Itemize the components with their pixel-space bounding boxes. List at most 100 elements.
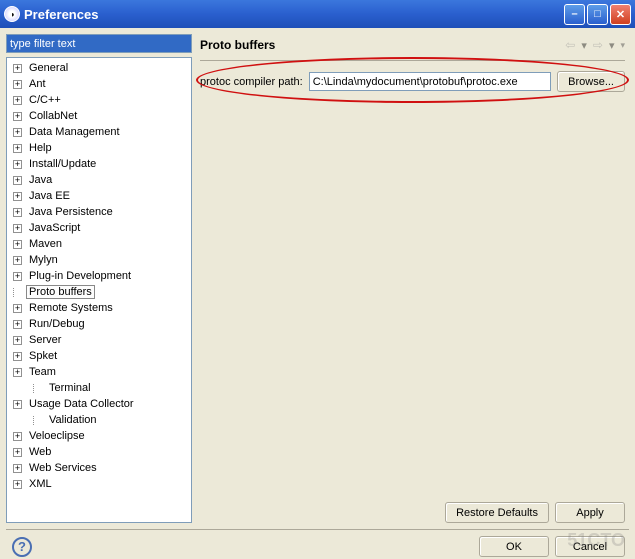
tree-label: Install/Update [27, 158, 98, 170]
filter-input[interactable] [6, 34, 192, 53]
tree-item-run-debug[interactable]: +Run/Debug [7, 316, 191, 332]
nav-arrows: ⇦ ▾ ⇨ ▾ ▾ [565, 38, 625, 52]
tree-item-xml[interactable]: +XML [7, 476, 191, 492]
app-icon: ◑ [4, 6, 20, 22]
expand-icon[interactable]: + [13, 352, 22, 361]
tree-item-java-persistence[interactable]: + Java Persistence [7, 204, 191, 220]
window-buttons: – □ ✕ [564, 4, 631, 25]
expand-icon[interactable]: + [13, 448, 22, 457]
tree-line [33, 384, 42, 393]
tree-label: Spket [27, 350, 59, 362]
tree-label: Team [27, 366, 58, 378]
preferences-tree[interactable]: +General+Ant+C/C+++CollabNet+Data Manage… [6, 57, 192, 523]
expand-icon[interactable]: + [13, 304, 22, 313]
footer: ? OK Cancel [6, 529, 629, 559]
tree-label: Usage Data Collector [27, 398, 136, 410]
forward-menu-icon[interactable]: ▾ [609, 39, 615, 52]
tree-item-spket[interactable]: + Spket [7, 348, 191, 364]
tree-item-java[interactable]: + Java [7, 172, 191, 188]
expand-icon[interactable]: + [13, 128, 22, 137]
tree-item-plug-in-development[interactable]: +Plug-in Development [7, 268, 191, 284]
tree-item-mylyn[interactable]: + Mylyn [7, 252, 191, 268]
tree-label: Mylyn [27, 254, 60, 266]
expand-icon[interactable]: + [13, 240, 22, 249]
tree-item-validation[interactable]: Validation [7, 412, 191, 428]
expand-icon[interactable]: + [13, 176, 22, 185]
view-menu-icon[interactable]: ▾ [620, 40, 625, 51]
expand-icon[interactable]: + [13, 368, 22, 377]
tree-label: Proto buffers [27, 286, 94, 298]
tree-label: JavaScript [27, 222, 82, 234]
tree-item-general[interactable]: + General [7, 60, 191, 76]
tree-item-javascript[interactable]: + JavaScript [7, 220, 191, 236]
minimize-button[interactable]: – [564, 4, 585, 25]
cancel-button[interactable]: Cancel [555, 536, 625, 557]
tree-item-help[interactable]: +Help [7, 140, 191, 156]
tree-label: Terminal [47, 382, 93, 394]
expand-icon[interactable]: + [13, 336, 22, 345]
expand-icon[interactable]: + [13, 80, 22, 89]
tree-item-collabnet[interactable]: + CollabNet [7, 108, 191, 124]
tree-label: Validation [47, 414, 99, 426]
tree-line [13, 288, 22, 297]
tree-item-terminal[interactable]: Terminal [7, 380, 191, 396]
tree-item-server[interactable]: + Server [7, 332, 191, 348]
tree-item-usage-data-collector[interactable]: + Usage Data Collector [7, 396, 191, 412]
tree-item-team[interactable]: + Team [7, 364, 191, 380]
browse-button[interactable]: Browse... [557, 71, 625, 92]
tree-label: Web [27, 446, 53, 458]
forward-icon[interactable]: ⇨ [593, 38, 603, 52]
tree-label: Java Persistence [27, 206, 115, 218]
tree-label: Web Services [27, 462, 99, 474]
tree-item-java-ee[interactable]: + Java EE [7, 188, 191, 204]
tree-item-veloeclipse[interactable]: +Veloeclipse [7, 428, 191, 444]
expand-icon[interactable]: + [13, 64, 22, 73]
left-panel: +General+Ant+C/C+++CollabNet+Data Manage… [6, 34, 192, 523]
ok-button[interactable]: OK [479, 536, 549, 557]
expand-icon[interactable]: + [13, 160, 22, 169]
tree-item-remote-systems[interactable]: +Remote Systems [7, 300, 191, 316]
expand-icon[interactable]: + [13, 192, 22, 201]
tree-label: General [27, 62, 70, 74]
maximize-button[interactable]: □ [587, 4, 608, 25]
expand-icon[interactable]: + [13, 464, 22, 473]
tree-item-web-services[interactable]: + Web Services [7, 460, 191, 476]
tree-label: Java [27, 174, 54, 186]
tree-item-install-update[interactable]: + Install/Update [7, 156, 191, 172]
tree-item-c-c-[interactable]: + C/C++ [7, 92, 191, 108]
expand-icon[interactable]: + [13, 256, 22, 265]
tree-item-web[interactable]: + Web [7, 444, 191, 460]
back-icon[interactable]: ⇦ [565, 38, 575, 52]
tree-label: Data Management [27, 126, 122, 138]
page-title: Proto buffers [200, 38, 565, 52]
expand-icon[interactable]: + [13, 432, 22, 441]
tree-item-proto-buffers[interactable]: Proto buffers [7, 284, 191, 300]
separator [200, 60, 625, 61]
close-button[interactable]: ✕ [610, 4, 631, 25]
help-icon[interactable]: ? [12, 537, 32, 557]
footer-buttons: OK Cancel [32, 536, 625, 557]
expand-icon[interactable]: + [13, 224, 22, 233]
tree-item-maven[interactable]: +Maven [7, 236, 191, 252]
right-header: Proto buffers ⇦ ▾ ⇨ ▾ ▾ [200, 34, 625, 56]
apply-button[interactable]: Apply [555, 502, 625, 523]
tree-item-data-management[interactable]: + Data Management [7, 124, 191, 140]
restore-defaults-button[interactable]: Restore Defaults [445, 502, 549, 523]
expand-icon[interactable]: + [13, 144, 22, 153]
compiler-path-row: protoc compiler path: Browse... [200, 71, 625, 92]
tree-label: CollabNet [27, 110, 79, 122]
tree-label: Java EE [27, 190, 72, 202]
expand-icon[interactable]: + [13, 320, 22, 329]
tree-label: Server [27, 334, 63, 346]
expand-icon[interactable]: + [13, 112, 22, 121]
expand-icon[interactable]: + [13, 480, 22, 489]
expand-icon[interactable]: + [13, 272, 22, 281]
expand-icon[interactable]: + [13, 400, 22, 409]
tree-item-ant[interactable]: +Ant [7, 76, 191, 92]
expand-icon[interactable]: + [13, 96, 22, 105]
titlebar: ◑ Preferences – □ ✕ [0, 0, 635, 28]
back-menu-icon[interactable]: ▾ [581, 39, 587, 52]
expand-icon[interactable]: + [13, 208, 22, 217]
tree-label: C/C++ [27, 94, 63, 106]
compiler-path-input[interactable] [309, 72, 551, 91]
